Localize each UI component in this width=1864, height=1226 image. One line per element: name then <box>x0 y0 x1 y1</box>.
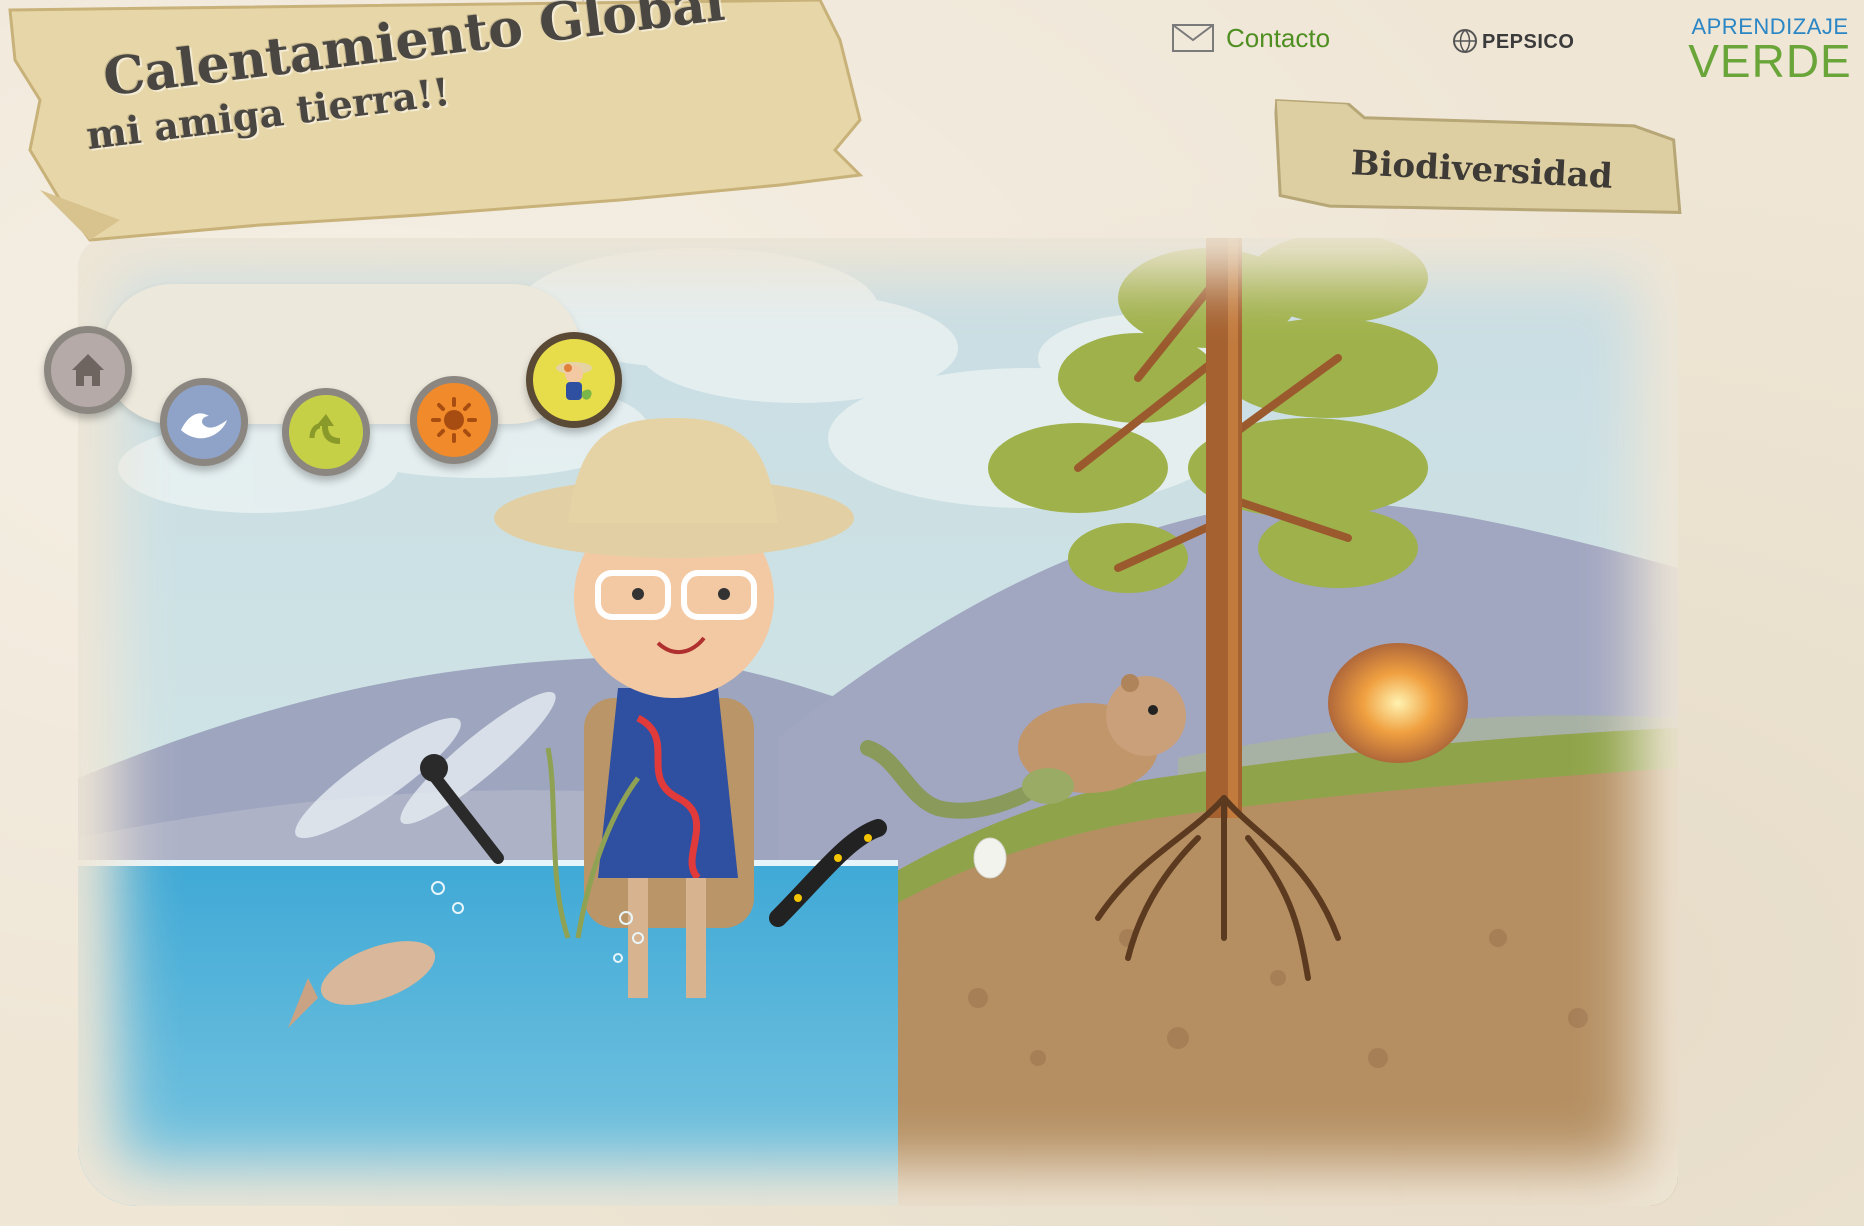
verde-label: VERDE <box>1688 35 1852 87</box>
nav-biodiversity-button[interactable] <box>526 332 622 428</box>
explorer-girl-icon <box>556 362 592 400</box>
title-banner: Calentamiento Global mi amiga tierra!! <box>0 0 870 250</box>
pepsico-logo[interactable]: PEPSICO <box>1452 14 1592 54</box>
nav-sun-button[interactable] <box>410 376 498 464</box>
envelope-icon <box>1172 24 1214 52</box>
contact-link[interactable]: Contacto <box>1172 20 1330 56</box>
pepsico-globe-icon <box>1453 29 1477 53</box>
contact-label: Contacto <box>1226 22 1331 53</box>
house-icon <box>72 354 104 386</box>
water-wave-icon <box>181 413 227 439</box>
sun-icon <box>431 397 477 443</box>
section-sign: Biodiversidad <box>1269 30 1694 233</box>
recycle-icon <box>309 414 340 444</box>
tree-stump <box>1328 643 1468 763</box>
nav-recycle-button[interactable] <box>282 388 370 476</box>
nav-water-button[interactable] <box>160 378 248 466</box>
aprendizaje-verde-logo[interactable]: APRENDIZAJE VERDE <box>1684 16 1856 87</box>
pepsico-label: PEPSICO <box>1482 31 1575 53</box>
nav-home-button[interactable] <box>44 326 132 414</box>
